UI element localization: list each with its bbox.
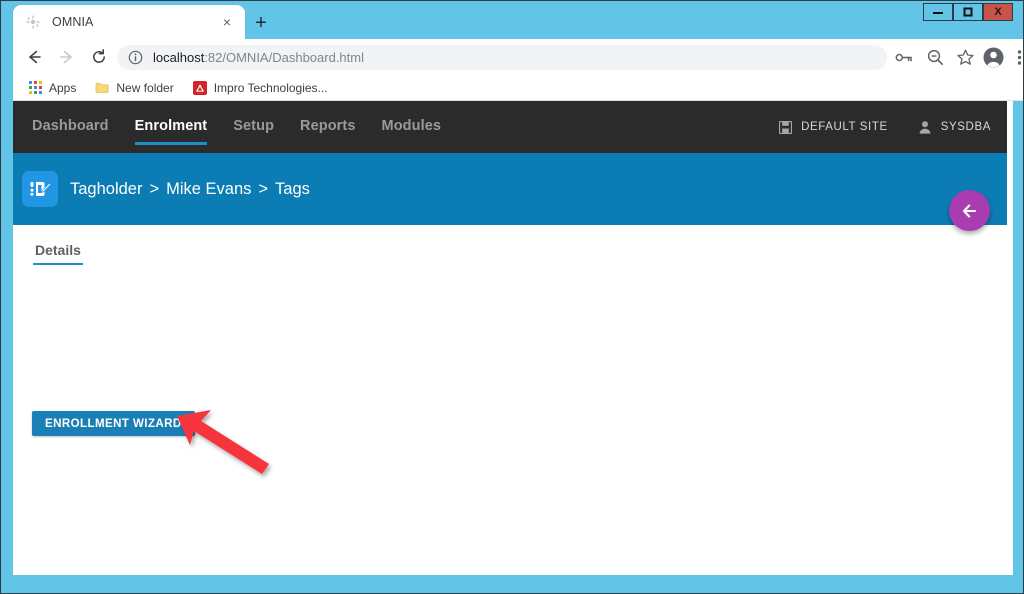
folder-icon — [94, 80, 110, 96]
tab-strip: OMNIA × + X — [1, 1, 1023, 39]
page-content: Details ENROLLMENT WIZARD — [13, 225, 1013, 575]
tagholder-tag-icon — [22, 171, 58, 207]
url-text: localhost:82/OMNIA/Dashboard.html — [153, 50, 364, 65]
url-host: localhost — [153, 50, 205, 65]
address-bar[interactable]: localhost:82/OMNIA/Dashboard.html — [117, 45, 887, 70]
bookmark-label: Impro Technologies... — [213, 80, 328, 95]
browser-window: OMNIA × + X localhost:82/OMNIA/Dashboard… — [0, 0, 1024, 594]
new-tab-button[interactable]: + — [248, 10, 274, 36]
nav-item-dashboard[interactable]: Dashboard — [32, 118, 109, 136]
three-dot-menu-icon[interactable] — [1008, 46, 1024, 68]
save-disk-icon — [778, 120, 792, 134]
zoom-out-icon[interactable] — [924, 46, 946, 68]
app-navigation-bar: Dashboard Enrolment Setup Reports Module… — [13, 101, 1013, 153]
impro-icon — [192, 80, 208, 96]
user-label: SYSDBA — [940, 121, 991, 133]
back-icon[interactable] — [24, 47, 44, 67]
page-right-edge — [1007, 101, 1013, 575]
page-header: Tagholder > Mike Evans > Tags — [13, 153, 1013, 225]
site-info-icon[interactable] — [127, 50, 143, 66]
tab-close-icon[interactable]: × — [216, 11, 238, 33]
tab-details[interactable]: Details — [23, 242, 93, 265]
breadcrumb-item-mike-evans[interactable]: Mike Evans — [166, 180, 251, 199]
breadcrumb-item-tags[interactable]: Tags — [275, 180, 310, 199]
breadcrumb-separator: > — [149, 179, 160, 198]
nav-item-setup[interactable]: Setup — [233, 118, 274, 136]
breadcrumb-separator: > — [258, 179, 269, 198]
bookmarks-bar: Apps New folder Impro Technologies... — [13, 75, 1023, 101]
bookmark-label: Apps — [49, 80, 77, 95]
arrow-left-icon — [962, 203, 976, 218]
user-icon — [918, 120, 932, 134]
omnia-favicon-icon — [25, 14, 41, 30]
site-label: DEFAULT SITE — [801, 121, 888, 133]
bookmark-apps[interactable]: Apps — [23, 77, 80, 99]
breadcrumb: Tagholder > Mike Evans > Tags — [70, 153, 310, 225]
url-path: :82/OMNIA/Dashboard.html — [204, 50, 364, 65]
browser-tab-title: OMNIA — [52, 15, 94, 29]
breadcrumb-item-tagholder[interactable]: Tagholder — [70, 180, 142, 199]
browser-toolbar: localhost:82/OMNIA/Dashboard.html — [13, 39, 1023, 75]
key-icon[interactable] — [892, 46, 914, 68]
app-nav-items: Dashboard Enrolment Setup Reports Module… — [32, 101, 467, 153]
user-menu[interactable]: SYSDBA — [918, 120, 991, 134]
star-icon[interactable] — [954, 46, 976, 68]
bookmark-new-folder[interactable]: New folder — [90, 77, 177, 99]
bookmark-label: New folder — [116, 80, 174, 95]
content-tab-bar: Details — [23, 242, 93, 265]
app-nav-status: DEFAULT SITE SYSDBA — [748, 101, 991, 153]
enrollment-wizard-button[interactable]: ENROLLMENT WIZARD — [32, 411, 195, 436]
window-close-button[interactable]: X — [983, 3, 1013, 21]
nav-item-enrolment[interactable]: Enrolment — [134, 118, 208, 145]
bookmark-impro-technologies[interactable]: Impro Technologies... — [188, 77, 332, 99]
nav-item-reports[interactable]: Reports — [300, 118, 356, 136]
forward-icon — [57, 47, 77, 67]
browser-tab-omnia[interactable]: OMNIA × — [13, 5, 245, 39]
profile-avatar-icon[interactable] — [981, 45, 1005, 69]
site-selector[interactable]: DEFAULT SITE — [778, 120, 888, 134]
back-floating-action-button[interactable] — [949, 190, 990, 231]
apps-grid-icon — [27, 80, 43, 96]
window-maximize-button[interactable] — [953, 3, 983, 21]
nav-item-modules[interactable]: Modules — [382, 118, 442, 136]
window-minimize-button[interactable] — [923, 3, 953, 21]
reload-icon[interactable] — [89, 47, 109, 67]
web-page: Dashboard Enrolment Setup Reports Module… — [13, 101, 1013, 575]
